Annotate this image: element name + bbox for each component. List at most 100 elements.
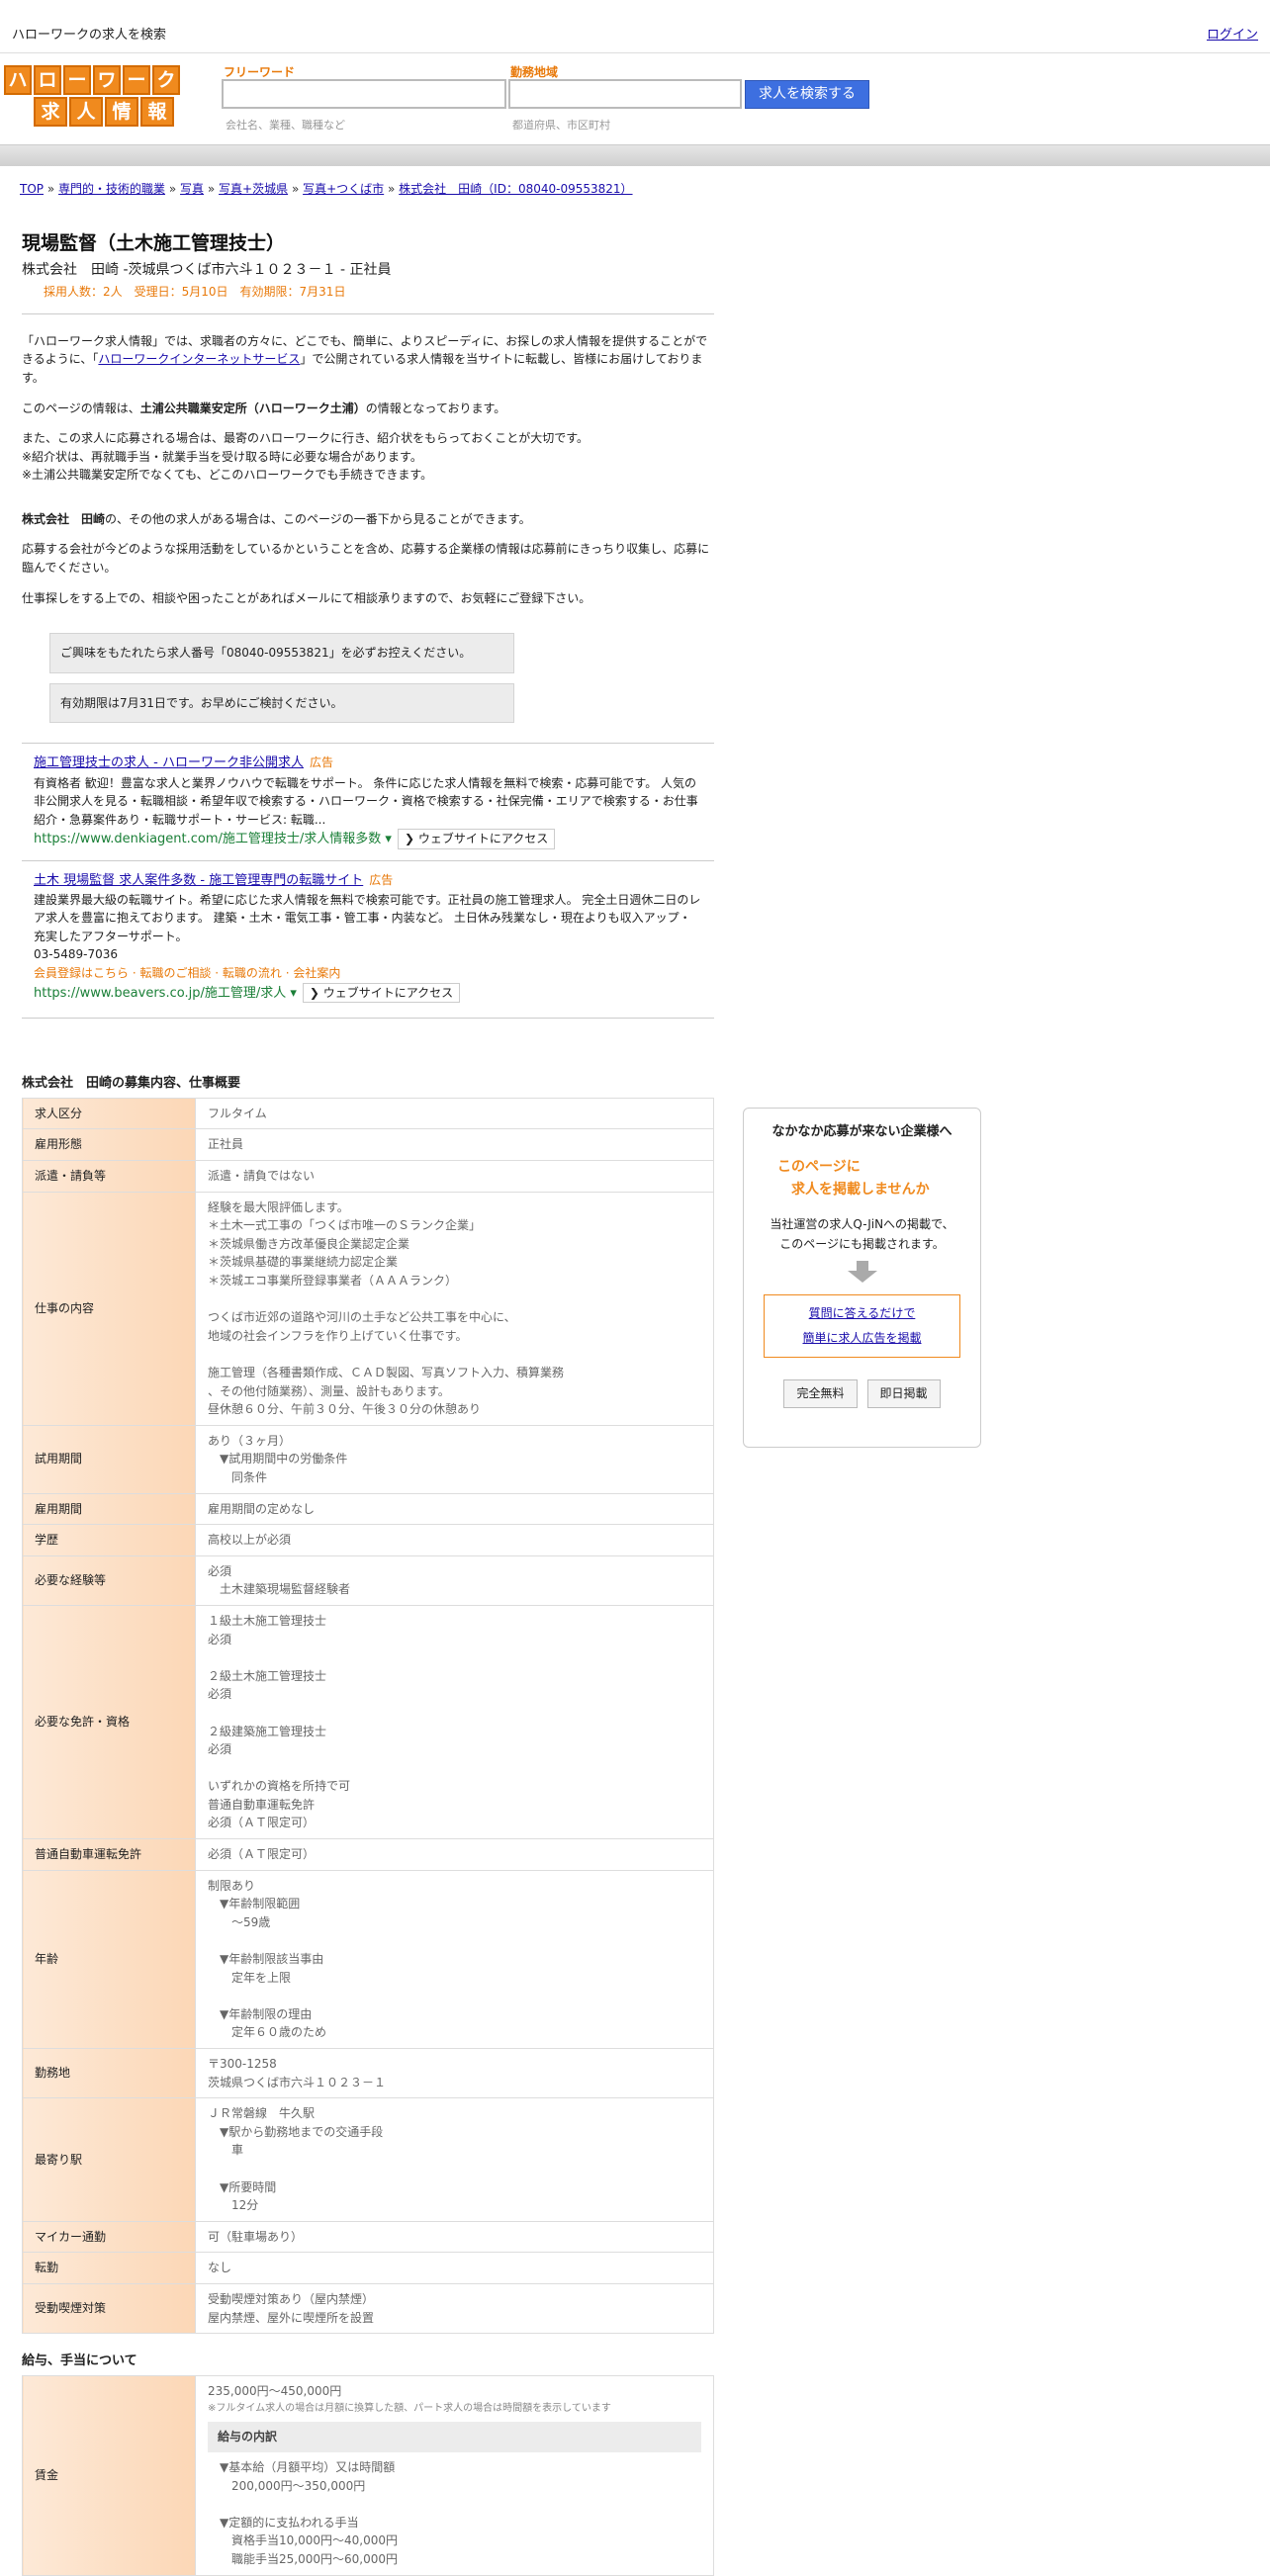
ad-title-link[interactable]: 施工管理技士の求人 - ハローワーク非公開求人 [34,755,304,770]
salary-breakdown: ▼基本給（月額平均）又は時間額 200,000円〜350,000円 ▼定額的に支… [220,2459,398,2566]
logo-char: 求 [34,97,67,127]
row-label: 雇用期間 [22,1492,196,1526]
table-row: 求人区分 フルタイム [22,1097,714,1130]
logo-char: 人 [69,97,103,127]
area-hint: 都道府県、市区町村 [512,119,610,132]
same-day-button[interactable]: 即日掲載 [866,1379,941,1408]
row-value: 制限あり ▼年齢制限範囲 〜59歳 ▼年齢制限該当事由 定年を上限 ▼年齢制限の… [195,1869,714,2050]
table-row: 受動喫煙対策 受動喫煙対策あり（屋内禁煙） 屋内禁煙、屋外に喫煙所を設置 [22,2282,714,2335]
company-line: 株式会社 田崎 -茨城県つくば市六斗１０２３－１ - 正社員 [22,262,392,279]
breadcrumb-top[interactable]: TOP [20,182,44,196]
table-row: 学歴 高校以上が必須 [22,1524,714,1556]
header-divider [0,144,1270,166]
table-row: 必要な経験等 必須 土木建築現場監督経験者 [22,1554,714,1606]
ad-title-link[interactable]: 土木 現場監督 求人案件多数 - 施工管理専門の転職サイト [34,873,363,888]
arrow-down-icon [847,1260,877,1283]
table-row: 転勤 なし [22,2252,714,2284]
row-value: 正社員 [195,1128,714,1162]
ad-item: 土木 現場監督 求人案件多数 - 施工管理専門の転職サイト 広告 建設業界最大級の… [22,861,714,1019]
row-label: 必要な経験等 [22,1554,196,1606]
row-value: 必須 土木建築現場監督経験者 [195,1554,714,1606]
keyword-hint: 会社名、業種、職種など [226,119,345,132]
login-link[interactable]: ログイン [1207,26,1258,45]
table-row: 試用期間 あり（３ヶ月） ▼試用期間中の労働条件 同条件 [22,1424,714,1494]
row-value: フルタイム [195,1097,714,1130]
intro-p3-line3: ※土浦公共職業安定所でなくても、どこのハローワークでも手続きできます。 [22,468,433,483]
intro-p3-line1: また、この求人に応募される場合は、最寄のハローワークに行き、紹介状をもらっておく… [22,431,590,446]
promo-text-line1: 当社運営の求人Q-JiNへの掲載で、 [770,1216,954,1231]
job-meta: 採用人数：2人 受理日：5月10日 有効期限：7月31日 [44,285,346,300]
ad-sitelinks[interactable]: 会員登録はこちら · 転職のご相談 · 転職の流れ · 会社案内 [34,964,702,983]
intro-text: 「ハローワーク求人情報」では、求職者の方々に、どこでも、簡単に、よりスピーディに… [22,332,714,608]
table-row: 最寄り駅 ＪＲ常磐線 牛久駅 ▼駅から勤務地までの交通手段 車 ▼所要時間 12分 [22,2097,714,2222]
row-value: ＪＲ常磐線 牛久駅 ▼駅から勤務地までの交通手段 車 ▼所要時間 12分 [195,2097,714,2222]
ad-url[interactable]: https://www.beavers.co.jp/施工管理/求人 [34,986,286,1001]
breadcrumb: TOP » 専門的・技術的職業 » 写真 » 写真+茨城県 » 写真+つくば市 … [20,180,633,199]
row-value: 派遣・請負ではない [195,1160,714,1193]
ad-body: 建設業界最大級の転職サイト。希望に応じた求人情報を無料で検索可能です。正社員の施… [34,892,701,943]
breadcrumb-prefecture[interactable]: 写真+茨城県 [219,182,288,196]
salary-range: 235,000円〜450,000円 [208,2384,342,2399]
divider [22,312,714,314]
ad-visit-button[interactable]: ❯ ウェブサイトにアクセス [397,829,556,849]
logo-char: 報 [140,97,174,127]
area-input[interactable] [508,79,742,109]
ad-badge: 広告 [369,872,394,887]
site-logo[interactable]: ハローワーク 求人情報 [4,65,180,127]
hellowork-office-name: 土浦公共職業安定所（ハローワーク土浦） [139,400,366,415]
row-value: あり（３ヶ月） ▼試用期間中の労働条件 同条件 [195,1424,714,1494]
ad-phone[interactable]: 03-5489-7036 [34,945,702,964]
ad-url[interactable]: https://www.denkiagent.com/施工管理技士/求人情報多数 [34,832,381,846]
breadcrumb-company[interactable]: 株式会社 田崎（ID：08040-09553821） [399,182,632,196]
table-row: 普通自動車運転免許 必須（ＡＴ限定可） [22,1838,714,1871]
ads-area: 施工管理技士の求人 - ハローワーク非公開求人 広告 有資格者 歓迎！豊富な求人と… [22,743,714,1019]
table-row: マイカー通勤 可（駐車場あり） [22,2220,714,2254]
ad-item: 施工管理技士の求人 - ハローワーク非公開求人 広告 有資格者 歓迎！豊富な求人と… [22,744,714,861]
promo-link-post[interactable]: 簡単に求人広告を掲載 [802,1331,921,1345]
ad-visit-button[interactable]: ❯ ウェブサイトにアクセス [302,982,461,1004]
intro-p5: 応募する会社が今どのような採用活動をしているかということを含め、応募する企業様の… [22,542,710,576]
top-bar: ハローワークの求人を検索 ログイン [0,0,1270,53]
free-button[interactable]: 完全無料 [783,1379,858,1408]
logo-char: ー [63,65,91,95]
hellowork-internet-link[interactable]: ハローワークインターネットサービス [98,352,300,366]
overview-table: 求人区分 フルタイム 雇用形態 正社員 派遣・請負等 派遣・請負ではない 仕事の内容 経験を最… [22,1097,714,2335]
table-row: 派遣・請負等 派遣・請負ではない [22,1160,714,1193]
breadcrumb-category[interactable]: 専門的・技術的職業 [58,182,165,196]
breadcrumb-sep: » [46,182,55,196]
overview-title: 株式会社 田崎の募集内容、仕事概要 [22,1075,241,1091]
row-label: マイカー通勤 [22,2220,196,2254]
promo-text-line2: このページにも掲載されます。 [779,1237,945,1252]
search-button[interactable]: 求人を検索する [745,80,869,109]
table-row: 賃金 235,000円〜450,000円 ※フルタイム求人の場合は月額に換算した… [22,2375,714,2576]
row-value: 受動喫煙対策あり（屋内禁煙） 屋内禁煙、屋外に喫煙所を設置 [195,2282,714,2335]
salary-table: 賃金 235,000円〜450,000円 ※フルタイム求人の場合は月額に換算した… [22,2375,714,2576]
logo-char: ク [152,65,180,95]
intro-p2-text-end: の情報となっております。 [365,400,506,415]
notice-job-number: ご興味をもたれたら求人番号「08040-09553821」を必ずお控えください。 [49,633,514,673]
breadcrumb-occupation[interactable]: 写真 [180,182,204,196]
breadcrumb-sep: » [291,182,300,196]
ad-url-dropdown-icon[interactable]: ▾ [381,832,392,846]
logo-char: ロ [34,65,61,95]
breadcrumb-city[interactable]: 写真+つくば市 [303,182,384,196]
promo-catch-line2: 求人を掲載しませんか [791,1181,930,1198]
logo-char: ハ [4,65,32,95]
row-label: 受動喫煙対策 [22,2282,196,2335]
row-value: 可（駐車場あり） [195,2220,714,2254]
row-label: 学歴 [22,1524,196,1556]
table-row: 仕事の内容 経験を最大限評価します。 ＊土木一式工事の「つくば市唯一のＳランク企業… [22,1191,714,1426]
promo-text: 当社運営の求人Q-JiNへの掲載で、 このページにも掲載されます。 [744,1214,980,1255]
keyword-input[interactable] [222,79,506,109]
row-label: 必要な免許・資格 [22,1604,196,1840]
table-row: 雇用期間 雇用期間の定めなし [22,1492,714,1526]
promo-link-question[interactable]: 質問に答えるだけで [809,1306,916,1320]
company-name-bold: 株式会社 田崎 [22,511,106,526]
table-row: 雇用形態 正社員 [22,1128,714,1162]
row-label: 試用期間 [22,1424,196,1494]
row-label: 求人区分 [22,1097,196,1130]
ad-url-dropdown-icon[interactable]: ▾ [286,986,297,1001]
salary-label: 賃金 [22,2375,196,2576]
site-label: ハローワークの求人を検索 [12,28,167,43]
breadcrumb-sep: » [388,182,396,196]
